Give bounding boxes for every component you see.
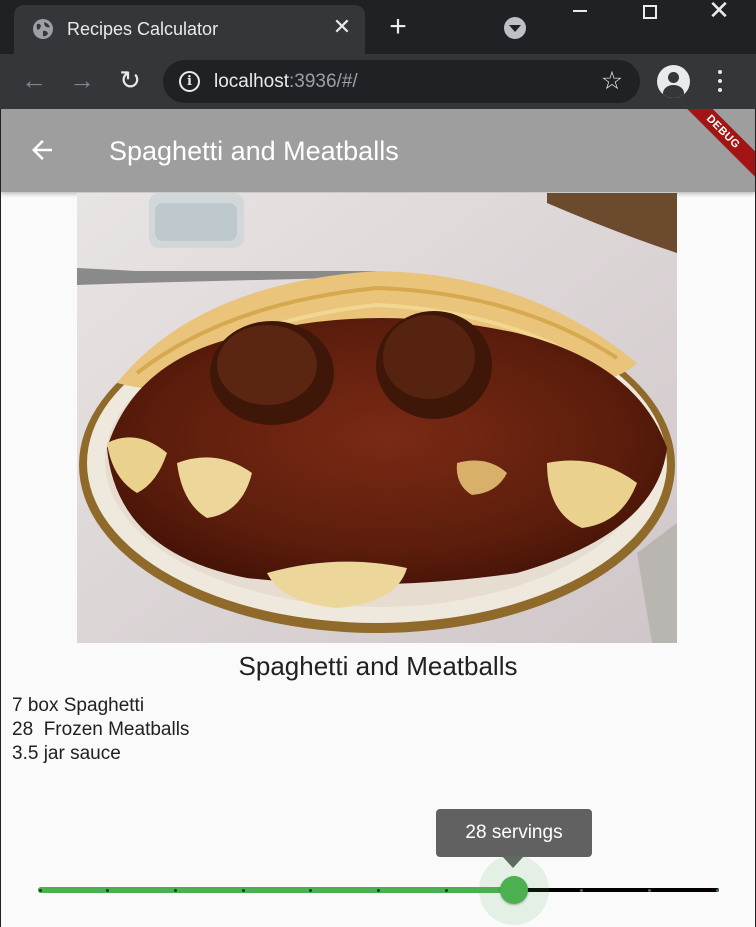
slider-tick [715,888,719,892]
tab-close-icon[interactable]: ✕ [332,16,352,38]
slider-tick [106,888,110,892]
browser-back-icon[interactable]: ← [20,66,48,94]
app-bar: Spaghetti and Meatballs DEBUG [1,109,755,192]
info-icon[interactable]: i [179,71,200,92]
slider-tick [173,888,177,892]
slider-tick [444,888,448,892]
slider-tick [647,888,651,892]
ingredient-item: 3.5 jar sauce [12,743,121,764]
new-tab-icon[interactable]: + [385,12,411,42]
tab-title: Recipes Calculator [67,19,219,39]
reload-icon[interactable]: ↻ [116,66,144,94]
browser-tab[interactable]: Recipes Calculator ✕ [14,5,365,54]
slider-tick [38,888,42,892]
recipe-photo [77,193,677,643]
slider-tick [241,888,245,892]
more-vert-icon[interactable] [712,68,728,94]
debug-banner: DEBUG [674,109,755,181]
browser-forward-icon[interactable]: → [68,66,96,94]
address-bar[interactable]: i localhost:3936/#/ ☆ [163,60,640,103]
tab-search-icon[interactable] [504,17,526,39]
browser-toolbar: ← → ↻ i localhost:3936/#/ ☆ [0,54,756,109]
arrow-back-icon[interactable] [27,135,57,165]
slider-tick [309,888,313,892]
app-bar-title: Spaghetti and Meatballs [109,136,399,166]
slider-tick [580,888,584,892]
profile-icon[interactable] [657,65,690,98]
minimize-icon[interactable] [573,10,587,12]
window-close-icon[interactable]: ✕ [707,0,731,23]
ingredient-item: 28 Frozen Meatballs [12,719,190,740]
ingredient-item: 7 box Spaghetti [12,695,145,716]
slider-tick [377,888,380,892]
app-viewport: Spaghetti and Meatballs DEBUG Spaghetti … [1,109,755,927]
recipe-title: Spaghetti and Meatballs [238,651,518,681]
slider-value-tooltip: 28 servings [436,809,592,857]
star-icon[interactable]: ☆ [599,68,625,94]
maximize-icon[interactable] [643,5,657,19]
slider-track-active[interactable] [38,887,514,893]
url-text: localhost:3936/#/ [214,71,358,92]
slider-thumb[interactable] [499,876,528,904]
ingredient-list: 7 box Spaghetti 28 Frozen Meatballs 3.5 … [12,694,189,766]
servings-slider[interactable]: 28 servings [1,809,755,927]
browser-tabstrip: Recipes Calculator ✕ + ✕ [0,0,756,54]
globe-icon [33,19,53,39]
